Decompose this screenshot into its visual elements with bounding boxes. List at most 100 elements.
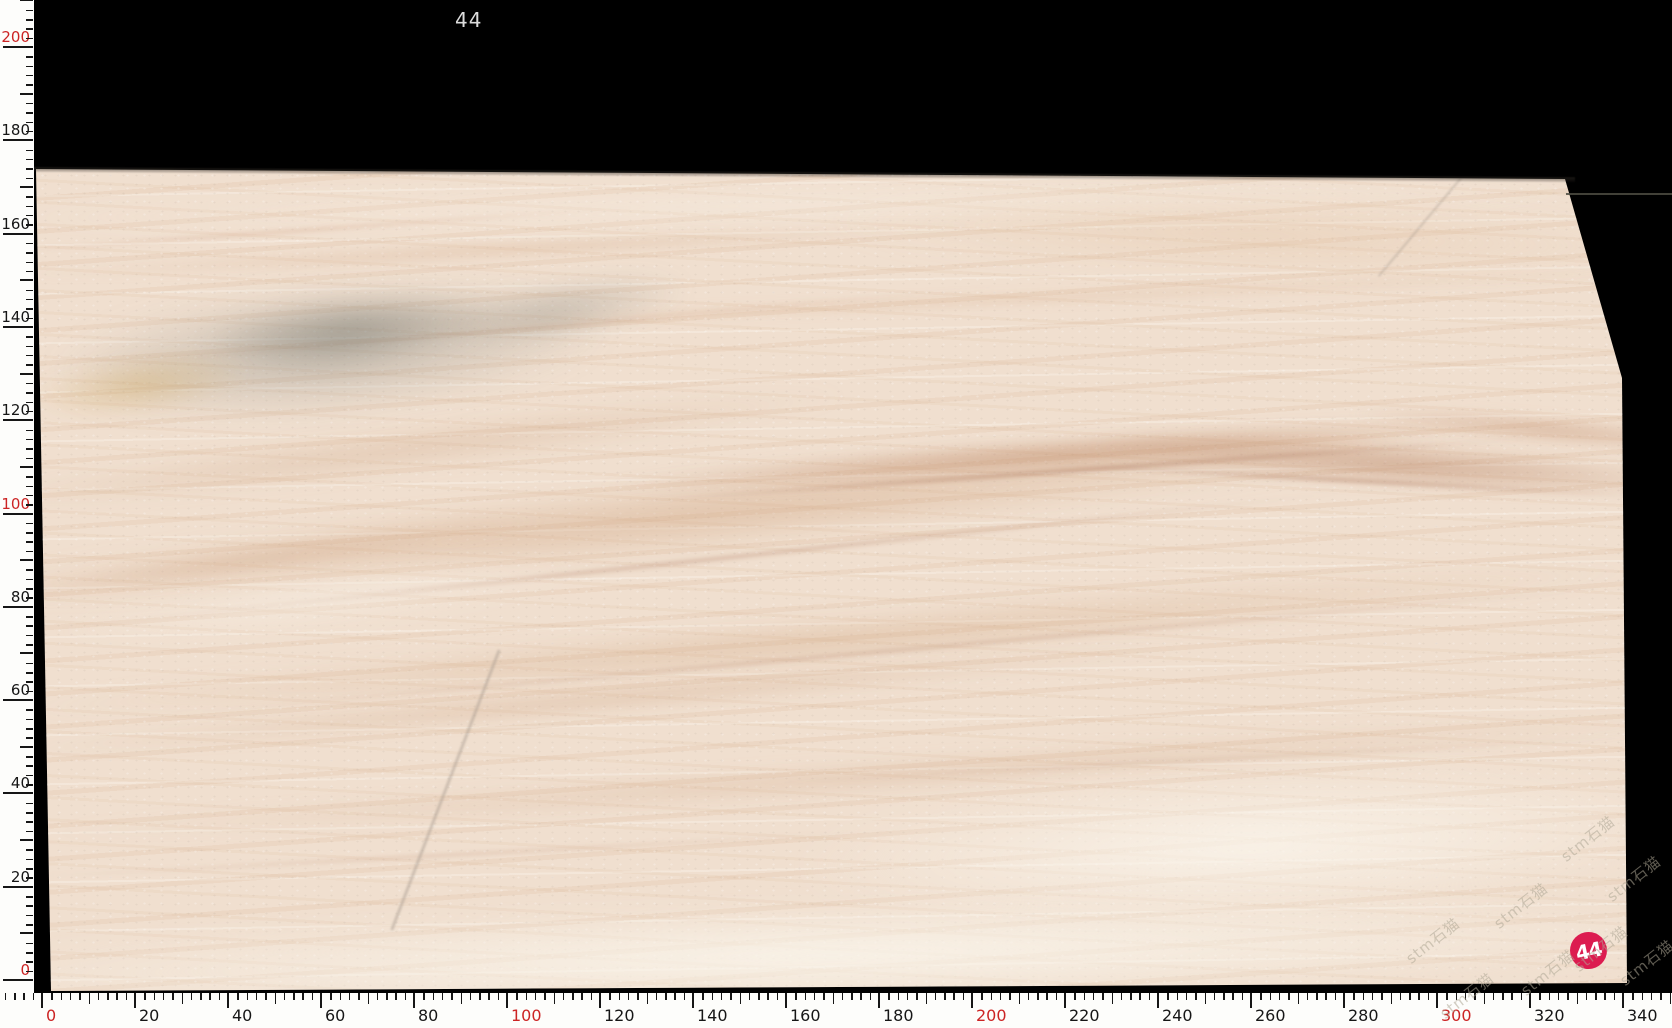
ruler-tick (1334, 993, 1337, 1000)
ruler-tick (525, 993, 528, 1000)
ruler-tick (51, 993, 53, 1000)
ruler-tick (934, 993, 937, 1000)
ruler-tick (423, 993, 425, 1000)
ruler-tick (1511, 993, 1513, 1000)
ruler-tick (1399, 993, 1402, 1000)
ruler-tick (813, 993, 816, 1000)
ruler-tick (386, 993, 388, 1000)
ruler-tick (1092, 993, 1095, 1000)
ruler-tick (26, 149, 33, 152)
ruler-tick-label: 300 (1441, 1006, 1472, 1025)
ruler-tick (720, 993, 723, 1000)
ruler-tick (1660, 993, 1662, 1000)
marble-vein (45, 260, 615, 440)
ruler-tick (748, 993, 751, 1000)
ruler-tick (79, 993, 81, 1000)
ruler-tick (981, 993, 983, 1000)
ruler-tick (26, 308, 33, 310)
ruler-tick (1604, 993, 1606, 1000)
ruler-tick (971, 993, 973, 1008)
ruler-tick (162, 993, 165, 1000)
ruler-tick (1167, 993, 1169, 1000)
ruler-tick-label: 140 (697, 1006, 728, 1025)
ruler-tick (20, 465, 33, 468)
ruler-tick (990, 993, 993, 1000)
ruler-tick (26, 438, 33, 441)
ruler-tick (3, 885, 33, 888)
ruler-tick (246, 993, 249, 1000)
ruler-tick (26, 718, 33, 721)
marble-vein (36, 339, 254, 431)
ruler-tick (23, 993, 25, 1000)
ruler-tick (26, 597, 33, 599)
ruler-tick (26, 849, 33, 851)
ruler-tick-label: 120 (604, 1006, 635, 1025)
ruler-tick (776, 993, 779, 1000)
ruler-tick (413, 993, 415, 1008)
ruler-tick (26, 868, 33, 870)
ruler-tick-label: 0 (46, 1006, 57, 1025)
ruler-tick (1241, 993, 1244, 1000)
marble-vein (58, 543, 582, 657)
ruler-tick (832, 993, 834, 1004)
ruler-tick (4, 993, 7, 1000)
marble-vein (1089, 424, 1627, 506)
ruler-tick (26, 354, 33, 357)
marble-vein (1050, 461, 1627, 499)
ruler-tick (999, 993, 1002, 1000)
ruler-tick (432, 993, 435, 1000)
ruler-tick (26, 270, 33, 273)
ruler-tick (1464, 993, 1467, 1000)
ruler-tick (26, 905, 33, 907)
ruler-tick (804, 993, 807, 1000)
ruler-tick (293, 993, 295, 1000)
ruler-tick (26, 625, 33, 627)
ruler-tick (1446, 993, 1448, 1000)
ruler-tick (1195, 993, 1197, 1000)
ruler-tick (26, 494, 33, 497)
ruler-tick (283, 993, 286, 1000)
ruler-tick (26, 550, 33, 553)
ruler-tick (1622, 993, 1624, 1008)
ruler-tick (1595, 993, 1597, 1000)
marble-vein (36, 215, 1000, 285)
ruler-tick (1027, 993, 1030, 1000)
ruler-tick (26, 784, 33, 786)
ruler-tick (609, 993, 611, 1000)
ruler-tick (26, 56, 33, 58)
ruler-tick (516, 993, 518, 1000)
ruler-tick (26, 914, 33, 917)
ruler-tick (1436, 993, 1438, 1008)
slab-scan-screenshot: 44 44 stm石猫 stm石猫 stm石猫 stm石猫 stm石猫 stm石猫 stm石… (0, 0, 1672, 1028)
ruler-tick (1213, 993, 1216, 1000)
ruler-tick (1046, 993, 1048, 1000)
ruler-tick (200, 993, 202, 1000)
ruler-tick (1269, 993, 1272, 1000)
ruler-tick (26, 952, 33, 954)
ruler-tick (26, 289, 33, 292)
ruler-tick (26, 672, 33, 674)
ruler-tick (1297, 993, 1299, 1004)
marble-vein (36, 401, 1450, 629)
ruler-tick (20, 0, 33, 2)
ruler-tick (20, 372, 33, 375)
marble-vein (389, 649, 501, 931)
ruler-tick (851, 993, 853, 1000)
ruler-tick (26, 532, 33, 534)
ruler-tick (26, 65, 33, 68)
ruler-tick-label: 220 (1069, 1006, 1100, 1025)
ruler-tick (14, 993, 16, 1000)
ruler-tick (562, 993, 565, 1000)
ruler-tick (3, 792, 33, 795)
ruler-tick (20, 92, 33, 95)
ruler-tick (3, 46, 33, 48)
ruler-tick (26, 317, 33, 320)
marble-vein (36, 829, 900, 881)
ruler-tick (1009, 993, 1011, 1000)
ruler-tick-label: 280 (1348, 1006, 1379, 1025)
marble-vein (36, 545, 1627, 735)
ruler-tick (1650, 993, 1653, 1000)
ruler-tick (274, 993, 276, 1004)
ruler-tick (1111, 993, 1113, 1004)
ruler-tick (26, 9, 33, 12)
